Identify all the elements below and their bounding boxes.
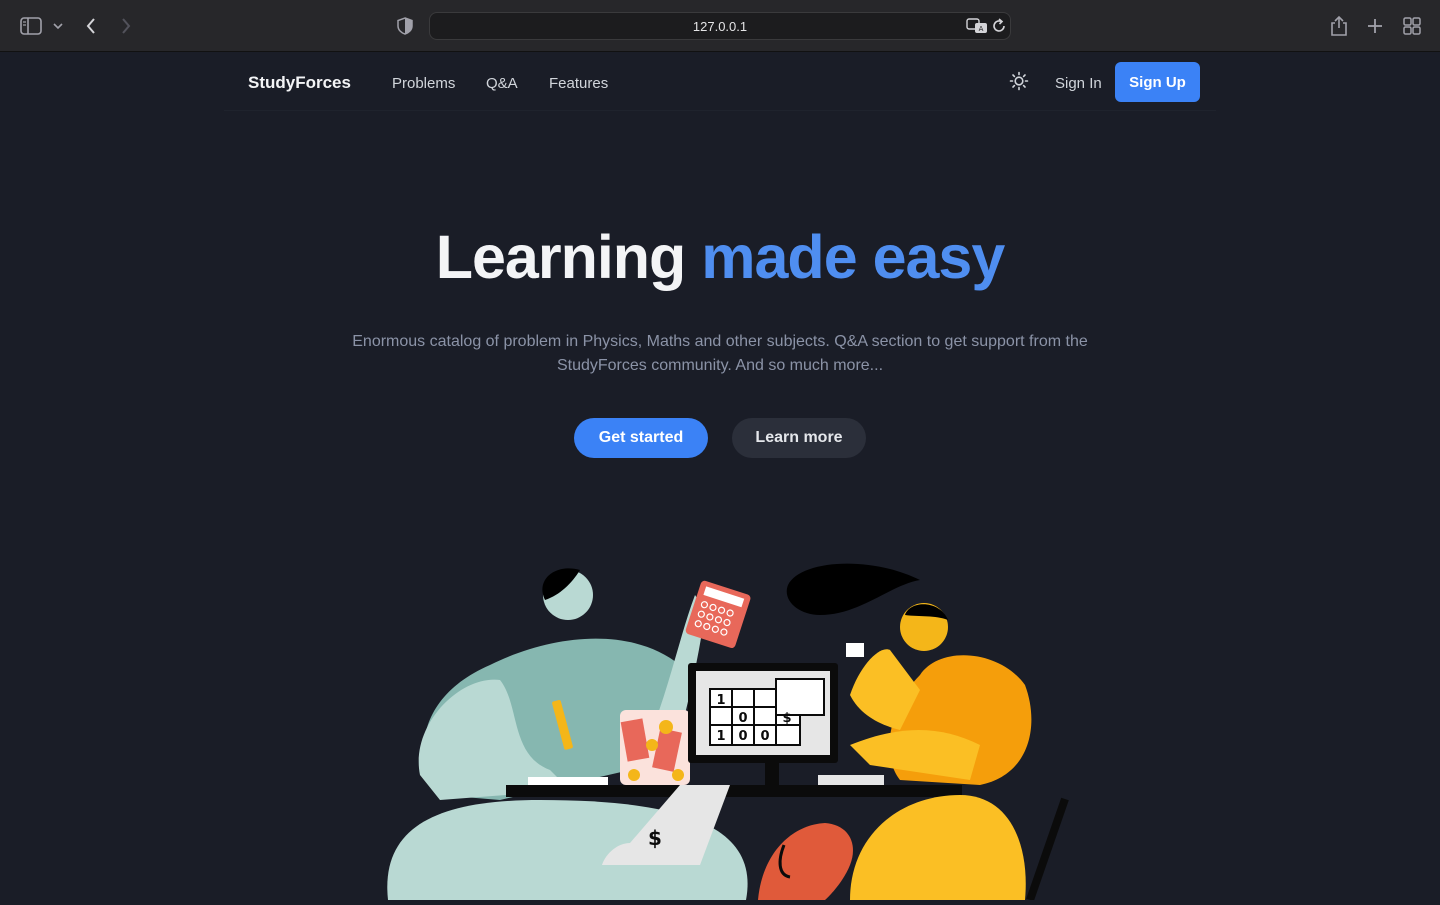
hero-title: Learning made easy	[0, 222, 1440, 292]
tab-overview-icon[interactable]	[1400, 14, 1424, 38]
sun-icon[interactable]	[1009, 71, 1029, 91]
new-tab-icon[interactable]	[1363, 14, 1387, 38]
spreadsheet-digit-4: 0	[738, 729, 747, 744]
hero-illustration: 1 0 $ 1 0 0 $	[380, 555, 1080, 902]
share-icon[interactable]	[1327, 14, 1351, 38]
nav-link-features[interactable]: Features	[549, 75, 608, 92]
spreadsheet-digit-3: 1	[716, 729, 725, 744]
browser-toolbar: 127.0.0.1 A	[0, 0, 1440, 52]
back-icon[interactable]	[79, 14, 103, 38]
spreadsheet-symbol: $	[782, 711, 791, 726]
address-bar[interactable]: 127.0.0.1 A	[429, 12, 1011, 40]
nav-link-qa[interactable]: Q&A	[486, 75, 518, 92]
get-started-button[interactable]: Get started	[574, 418, 708, 458]
site-navbar: StudyForces Problems Q&A Features Sign I…	[224, 53, 1216, 111]
forward-icon[interactable]	[114, 14, 138, 38]
url-text: 127.0.0.1	[692, 19, 748, 34]
spreadsheet-digit-2: 0	[738, 711, 747, 726]
hero-title-plain: Learning	[435, 223, 687, 291]
chevron-down-icon[interactable]	[46, 14, 70, 38]
receipt-symbol: $	[648, 826, 662, 850]
hero-subtitle: Enormous catalog of problem in Physics, …	[330, 330, 1110, 378]
brand-logo[interactable]: StudyForces	[248, 73, 351, 93]
hero-title-accent: made easy	[701, 223, 1005, 291]
privacy-shield-icon[interactable]	[393, 14, 417, 38]
svg-text:A: A	[979, 25, 984, 33]
learn-more-button[interactable]: Learn more	[732, 418, 866, 458]
sign-in-link[interactable]: Sign In	[1055, 75, 1102, 92]
nav-link-problems[interactable]: Problems	[392, 75, 455, 92]
spreadsheet-digit-1: 1	[716, 693, 725, 708]
sign-up-button[interactable]: Sign Up	[1115, 62, 1200, 102]
hero-subtitle-line-1: Enormous catalog of problem in Physics, …	[352, 333, 1088, 350]
reload-icon[interactable]	[991, 18, 1007, 39]
hero-subtitle-line-2: StudyForces community. And so much more.…	[556, 357, 884, 374]
sidebar-toggle-icon[interactable]	[19, 14, 43, 38]
translate-icon[interactable]: A	[966, 17, 988, 40]
spreadsheet-digit-5: 0	[760, 729, 769, 744]
